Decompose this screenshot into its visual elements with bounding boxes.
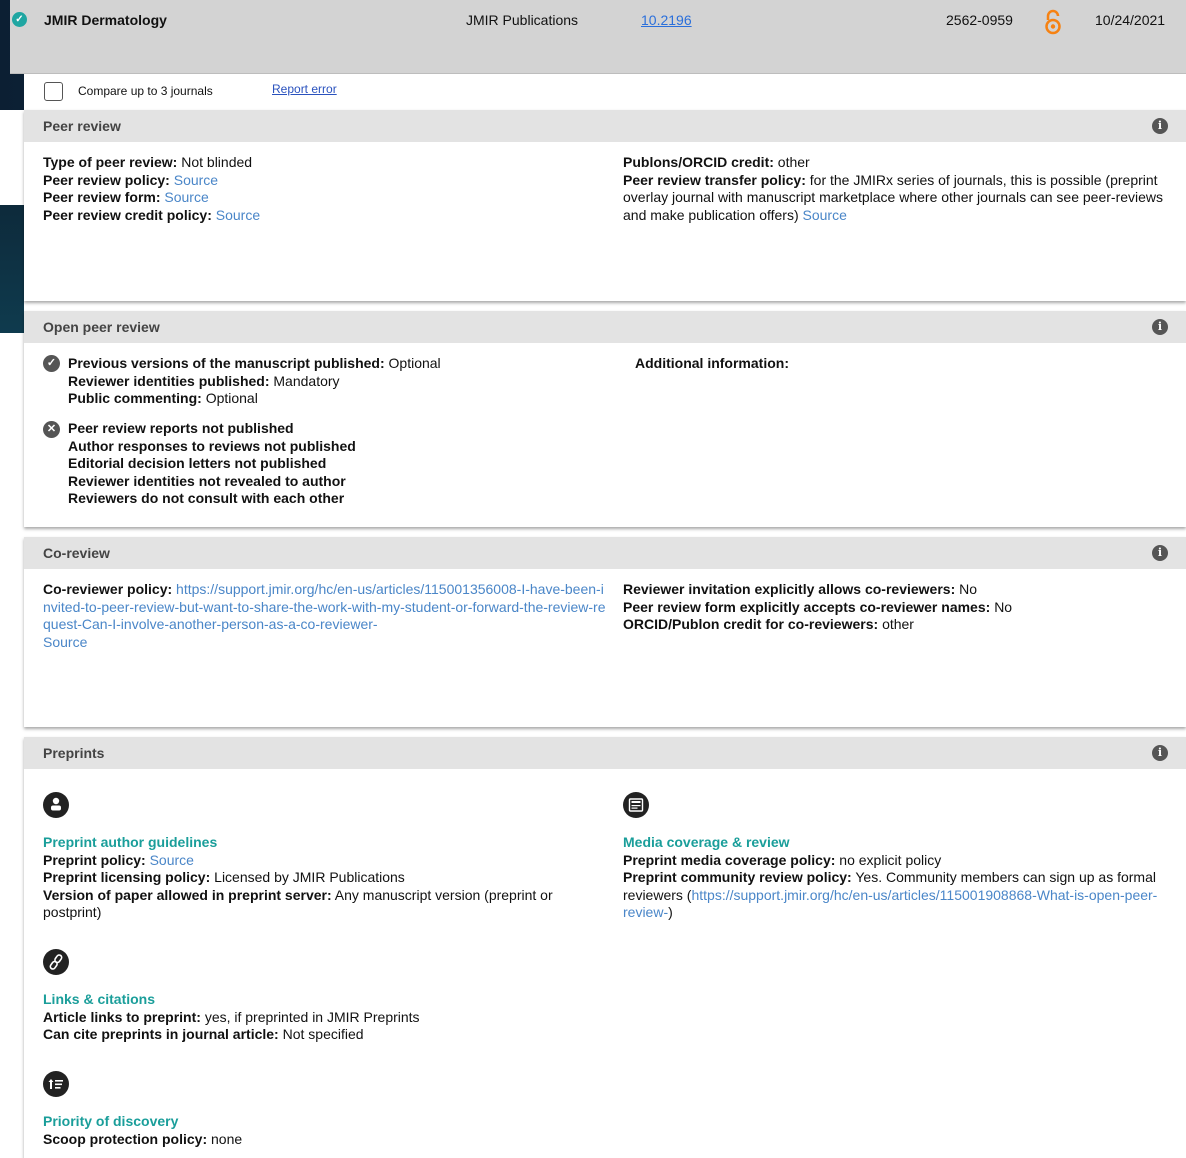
list-item: Author responses to reviews not publishe… (68, 437, 356, 454)
priority-of-discovery: Priority of discovery Scoop protection p… (43, 1113, 603, 1148)
section-title: Peer review (43, 118, 121, 134)
source-link[interactable]: Source (803, 207, 847, 223)
field-row: Peer review transfer policy: for the JMI… (623, 171, 1164, 223)
list-item: Peer review reports not published (68, 420, 294, 436)
field-row: Preprint policy: Source (43, 851, 194, 868)
source-link[interactable]: Source (150, 852, 194, 868)
compare-label: Compare up to 3 journals (78, 84, 213, 98)
field-row: Scoop protection policy: none (43, 1130, 243, 1147)
field-row: Publons/ORCID credit: other (623, 154, 810, 170)
compare-row: Compare up to 3 journals Report error (24, 74, 1186, 110)
subsection-heading: Media coverage & review (623, 834, 790, 850)
link-icon (43, 949, 69, 975)
peer-review-left: Type of peer review: Not blinded Peer re… (43, 154, 603, 224)
journal-name[interactable]: JMIR Dermatology (44, 12, 167, 28)
section-title: Preprints (43, 745, 105, 761)
info-icon[interactable]: i (1152, 745, 1168, 761)
journal-date: 10/24/2021 (1095, 12, 1166, 28)
open-review-no-list: Peer review reports not published Author… (43, 420, 603, 508)
journal-row[interactable]: ✓ JMIR Dermatology JMIR Publications 10.… (10, 0, 1186, 74)
open-access-icon (1045, 9, 1061, 35)
field-row: Reviewer identities published: Mandatory (68, 372, 340, 389)
source-link[interactable]: Source (174, 172, 218, 188)
media-coverage: Media coverage & review Preprint media c… (623, 834, 1168, 922)
field-row: Version of paper allowed in preprint ser… (43, 886, 553, 921)
field-row: Public commenting: Optional (68, 390, 258, 407)
journal-issn: 2562-0959 (946, 12, 1013, 28)
field-row: Reviewer invitation explicitly allows co… (623, 581, 978, 597)
list-item: Editorial decision letters not published (68, 455, 327, 472)
verified-check-icon: ✓ (12, 12, 27, 27)
field-row: ORCID/Publon credit for co-reviewers: ot… (623, 616, 914, 633)
preprints-card: Preprints i Preprint author guidelines P… (24, 737, 1186, 1158)
info-icon[interactable]: i (1152, 118, 1168, 134)
report-error-link[interactable]: Report error (272, 82, 337, 96)
source-link[interactable]: Source (164, 189, 208, 205)
open-peer-review-card: Open peer review i ✓ Previous versions o… (24, 311, 1186, 527)
field-row: Article links to preprint: yes, if prepr… (43, 1008, 420, 1025)
peer-review-right: Publons/ORCID credit: other Peer review … (623, 154, 1183, 224)
peer-review-card: Peer review i Type of peer review: Not b… (24, 110, 1186, 301)
field-row: Peer review form explicitly accepts co-r… (623, 598, 1013, 615)
sort-priority-icon (43, 1071, 69, 1097)
subsection-heading: Links & citations (43, 991, 156, 1007)
list-item: Reviewer identities not revealed to auth… (68, 472, 346, 489)
peer-review-header: Peer review i (24, 110, 1186, 142)
links-citations: Links & citations Article links to prepr… (43, 991, 603, 1044)
info-icon[interactable]: i (1152, 545, 1168, 561)
field-row: Can cite preprints in journal article: N… (43, 1026, 364, 1043)
field-row: Preprint community review policy: Yes. C… (623, 869, 1158, 921)
co-review-header: Co-review i (24, 537, 1186, 569)
open-peer-review-header: Open peer review i (24, 311, 1186, 343)
co-review-left: Co-reviewer policy: https://support.jmir… (43, 581, 608, 651)
field-row: Preprint media coverage policy: no expli… (623, 851, 942, 868)
info-icon[interactable]: i (1152, 319, 1168, 335)
subsection-heading: Preprint author guidelines (43, 834, 218, 850)
field-row: Peer review credit policy: Source (43, 206, 261, 223)
preprints-header: Preprints i (24, 737, 1186, 769)
open-review-yes-list: Previous versions of the manuscript publ… (43, 355, 603, 408)
journal-doi-link[interactable]: 10.2196 (641, 12, 692, 28)
section-title: Co-review (43, 545, 110, 561)
co-review-right: Reviewer invitation explicitly allows co… (623, 581, 1183, 634)
author-icon (43, 792, 69, 818)
left-background-strip (0, 205, 24, 333)
list-item: Reviewers do not consult with each other (68, 490, 345, 507)
field-row: Peer review policy: Source (43, 171, 219, 188)
preprint-guidelines: Preprint author guidelines Preprint poli… (43, 834, 603, 922)
field-row: Preprint licensing policy: Licensed by J… (43, 869, 405, 886)
field-row: Peer review form: Source (43, 189, 209, 206)
community-review-link[interactable]: https://support.jmir.org/hc/en-us/articl… (623, 887, 1157, 921)
newspaper-icon (623, 792, 649, 818)
source-link[interactable]: Source (216, 207, 260, 223)
additional-information-label: Additional information: (635, 355, 789, 371)
field-row: Type of peer review: Not blinded (43, 154, 253, 170)
compare-checkbox[interactable] (44, 82, 63, 101)
co-review-card: Co-review i Co-reviewer policy: https://… (24, 537, 1186, 727)
field-row: Previous versions of the manuscript publ… (68, 355, 441, 371)
section-title: Open peer review (43, 319, 160, 335)
source-link[interactable]: Source (43, 634, 608, 652)
journal-publisher: JMIR Publications (466, 12, 579, 28)
subsection-heading: Priority of discovery (43, 1113, 179, 1129)
left-background-strip (0, 110, 24, 205)
